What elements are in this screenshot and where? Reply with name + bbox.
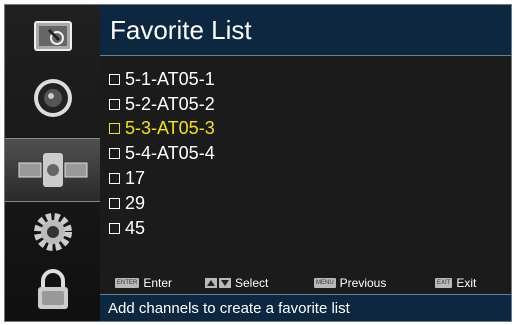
- title-bar: Favorite List: [100, 5, 511, 56]
- channel-label: 5-1-AT05-1: [125, 68, 215, 89]
- hint-enter: ENTER Enter: [115, 276, 172, 290]
- exit-key-icon: EXIT: [435, 278, 453, 288]
- checkbox[interactable]: [109, 197, 120, 209]
- page-title: Favorite List: [110, 15, 252, 45]
- checkbox[interactable]: [109, 98, 120, 110]
- channel-row[interactable]: 5-1-AT05-1: [109, 67, 215, 92]
- sidebar-item-sound[interactable]: [5, 67, 100, 129]
- down-arrow-icon: [219, 278, 231, 288]
- channel-row[interactable]: 29: [109, 191, 215, 216]
- enter-key-icon: ENTER: [115, 278, 140, 288]
- channel-row[interactable]: 45: [109, 216, 215, 241]
- key-hints: ENTER Enter Select MENU Previous EXIT Ex…: [100, 274, 511, 292]
- lock-icon: [37, 269, 68, 309]
- settings-gear-icon: [33, 213, 72, 251]
- hint-previous: MENU Previous: [314, 276, 386, 290]
- tv-menu-screen: Favorite List 5-1-AT05-1 5-2-AT05-2 5-3-…: [4, 4, 512, 322]
- channel-row-selected[interactable]: 5-3-AT05-3: [109, 117, 215, 142]
- channel-row[interactable]: 17: [109, 166, 215, 191]
- checkbox[interactable]: [109, 222, 120, 234]
- hint-exit-label: Exit: [456, 276, 477, 290]
- checkbox[interactable]: [109, 148, 120, 160]
- status-bar: Add channels to create a favorite list: [100, 294, 511, 321]
- menu-key-icon: MENU: [314, 278, 336, 288]
- checkbox[interactable]: [109, 173, 120, 185]
- sound-icon: [33, 79, 72, 117]
- sidebar-item-picture[interactable]: [5, 5, 100, 67]
- menu-sidebar: [5, 5, 100, 321]
- channel-list: 5-1-AT05-1 5-2-AT05-2 5-3-AT05-3 5-4-AT0…: [109, 67, 215, 241]
- status-text: Add channels to create a favorite list: [108, 300, 350, 317]
- channel-label: 5-3-AT05-3: [125, 118, 215, 139]
- checkbox[interactable]: [109, 73, 120, 85]
- hint-exit: EXIT Exit: [435, 276, 476, 290]
- channel-row[interactable]: 5-2-AT05-2: [109, 92, 215, 117]
- hint-select-label: Select: [235, 276, 269, 290]
- channel-row[interactable]: 5-4-AT05-4: [109, 141, 215, 166]
- hint-previous-label: Previous: [339, 276, 387, 290]
- channel-label: 5-2-AT05-2: [125, 93, 215, 114]
- channel-label: 45: [125, 217, 146, 238]
- hint-select: Select: [205, 276, 268, 290]
- checkbox[interactable]: [109, 123, 120, 135]
- sidebar-item-settings[interactable]: [5, 201, 100, 263]
- sidebar-item-lock[interactable]: [5, 259, 100, 321]
- up-arrow-icon: [205, 278, 217, 288]
- picture-icon: [33, 21, 72, 51]
- favorite-list-panel: Favorite List 5-1-AT05-1 5-2-AT05-2 5-3-…: [100, 5, 511, 321]
- channel-label: 5-4-AT05-4: [125, 143, 215, 164]
- hint-enter-label: Enter: [143, 276, 173, 290]
- sidebar-item-channel[interactable]: [5, 138, 100, 202]
- channel-satellite-icon: [18, 153, 87, 187]
- channel-label: 29: [125, 192, 146, 213]
- channel-label: 17: [125, 168, 146, 189]
